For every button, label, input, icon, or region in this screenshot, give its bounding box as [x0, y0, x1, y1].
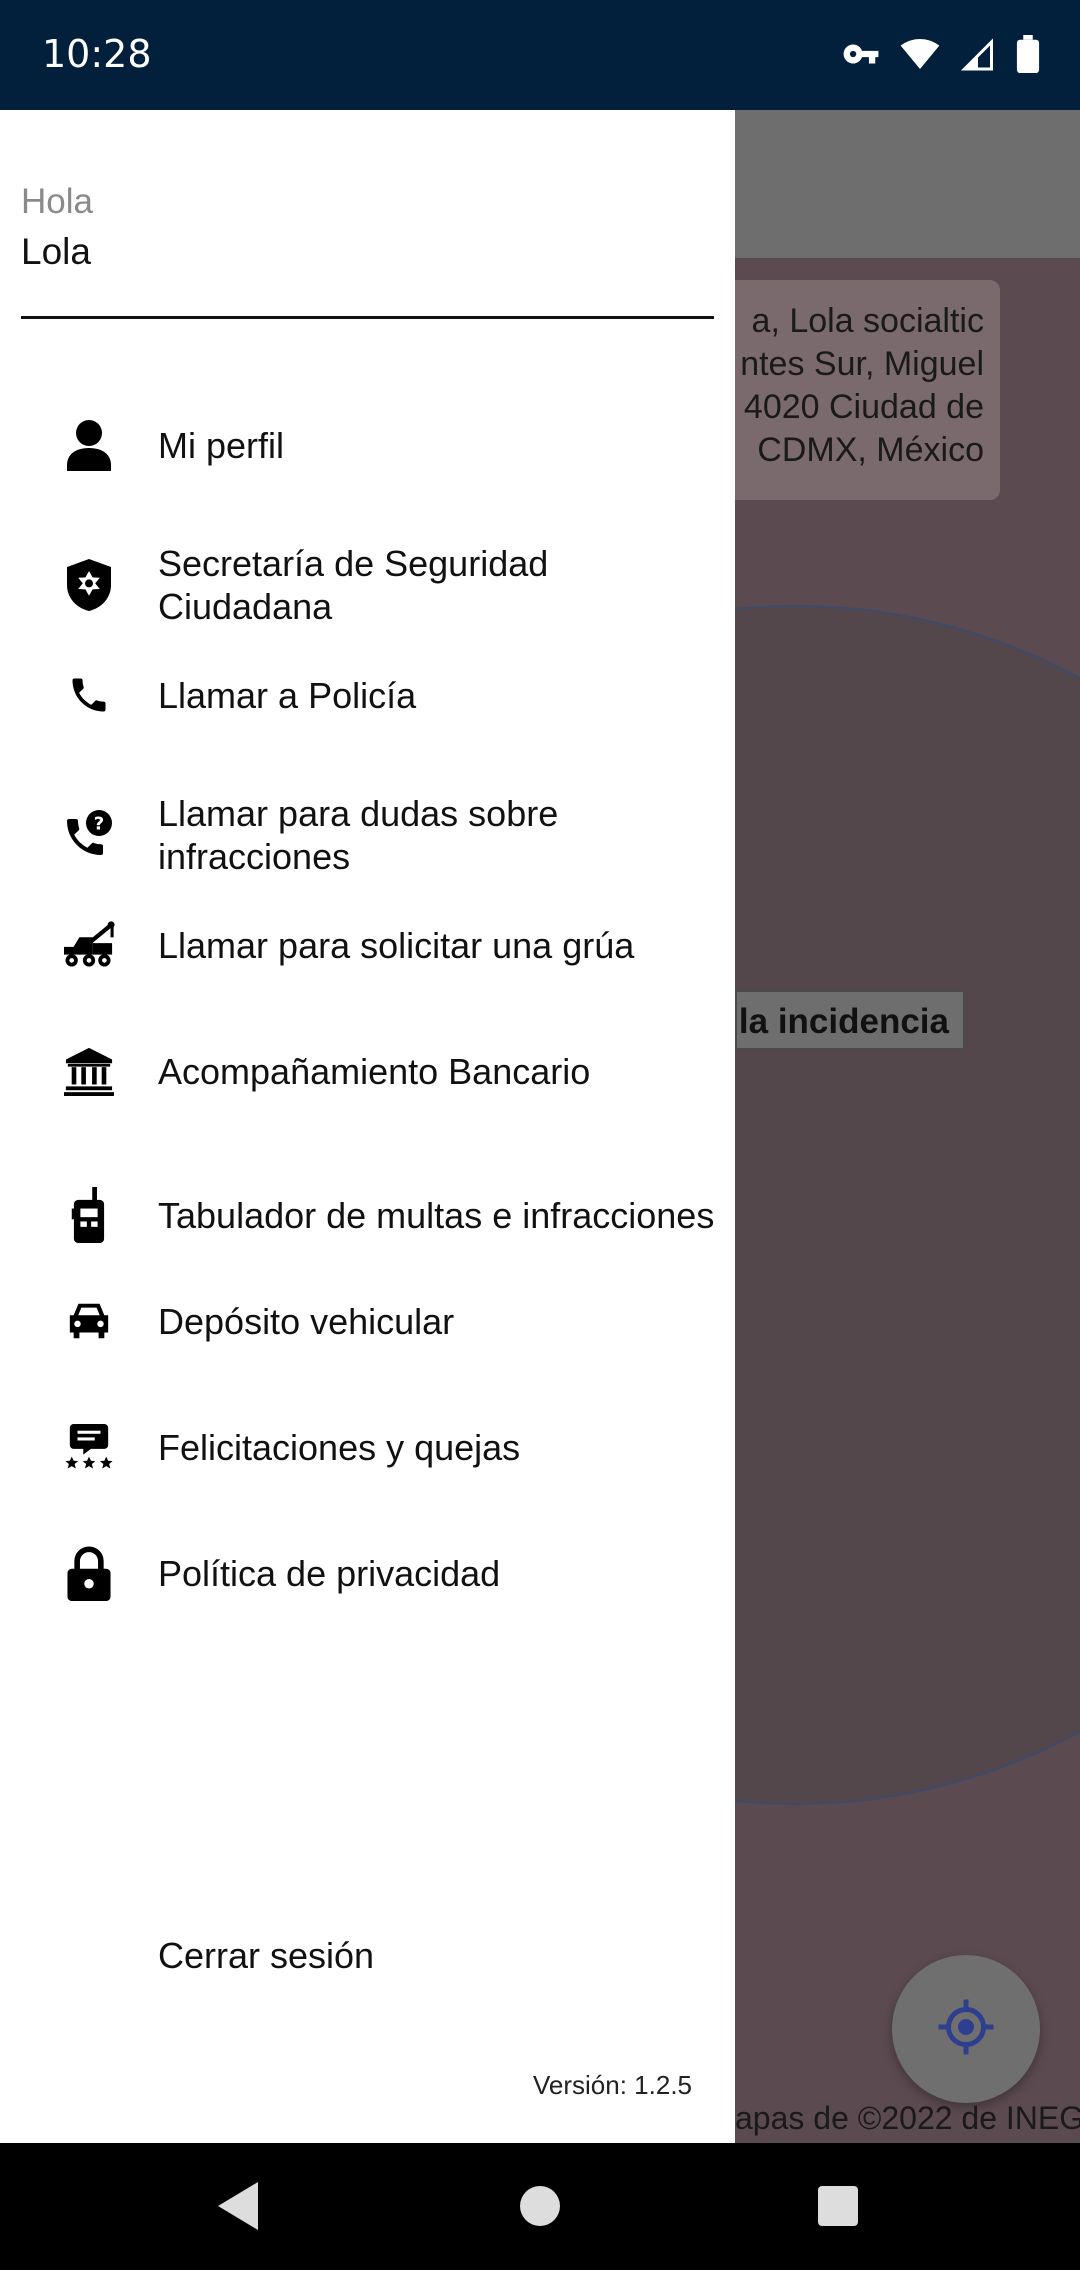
navigation-drawer: Hola Lola Mi perfil Secretaría de Seguri…: [0, 110, 735, 2143]
address-line: ntes Sur, Miguel: [740, 345, 984, 383]
map-credit: apas de ©2022 de INEGI: [735, 2100, 1080, 2136]
menu-item-label: Secretaría de Seguridad Ciudadana: [158, 543, 549, 627]
app-version: Versión: 1.2.5: [533, 2070, 692, 2100]
back-button[interactable]: [205, 2173, 275, 2243]
menu-item-label: Política de privacidad: [158, 1552, 501, 1594]
status-time: 10:28: [42, 32, 152, 76]
bank-icon: [60, 1042, 118, 1100]
menu-item-call-infractions[interactable]: ? Llamar para dudas sobre infracciones: [0, 780, 735, 890]
incident-radius-circle: [735, 605, 1080, 1805]
menu-item-ssc[interactable]: Secretaría de Seguridad Ciudadana: [0, 530, 735, 640]
menu-item-label: Llamar para solicitar una grúa: [158, 924, 635, 966]
svg-text:?: ?: [94, 813, 104, 834]
back-triangle-icon: [218, 2181, 262, 2235]
walkie-talkie-icon: [60, 1186, 118, 1244]
map-app-bar: [735, 110, 1080, 258]
person-icon: [60, 416, 118, 474]
incidence-button[interactable]: o la incidencia: [735, 990, 965, 1050]
crosshair-icon: [936, 1997, 996, 2062]
menu-item-bank-escort[interactable]: Acompañamiento Bancario: [0, 1036, 735, 1106]
home-circle-icon: [520, 2185, 560, 2231]
vpn-key-icon: [842, 35, 880, 78]
menu-item-label: Mi perfil: [158, 424, 285, 466]
status-icons: [842, 34, 1040, 79]
address-text: a, Lola socialtic ntes Sur, Miguel 4020 …: [735, 280, 1000, 472]
lock-icon: [60, 1544, 118, 1602]
menu-item-call-police[interactable]: Llamar a Policía: [0, 660, 735, 730]
menu-item-feedback[interactable]: Felicitaciones y quejas: [0, 1412, 735, 1482]
wifi-icon: [900, 34, 940, 79]
tow-truck-icon: [60, 916, 118, 974]
phone-icon: [60, 666, 118, 724]
signal-icon: [960, 36, 996, 77]
menu-item-label: Tabulador de multas e infracciones: [158, 1194, 715, 1236]
greeting: Hola: [21, 182, 93, 221]
my-location-button[interactable]: [892, 1955, 1040, 2103]
menu-item-profile[interactable]: Mi perfil: [0, 410, 735, 480]
battery-icon: [1016, 35, 1040, 78]
menu-item-tow-truck[interactable]: Llamar para solicitar una grúa: [0, 910, 735, 980]
address-line: CDMX, México: [757, 431, 984, 469]
menu-item-label: Llamar a Policía: [158, 674, 417, 716]
address-line: 4020 Ciudad de: [743, 388, 984, 426]
menu-item-label: Felicitaciones y quejas: [158, 1426, 521, 1468]
menu-item-label: Depósito vehicular: [158, 1300, 455, 1342]
recents-button[interactable]: [803, 2173, 873, 2243]
menu-item-fines-table[interactable]: Tabulador de multas e infracciones: [0, 1160, 735, 1270]
phone-question-icon: ?: [60, 806, 118, 864]
menu-item-privacy[interactable]: Política de privacidad: [0, 1538, 735, 1608]
logout-button[interactable]: Cerrar sesión: [158, 1935, 374, 1977]
home-button[interactable]: [505, 2173, 575, 2243]
map-background[interactable]: a, Lola socialtic ntes Sur, Miguel 4020 …: [735, 110, 1080, 2143]
car-icon: [60, 1292, 118, 1350]
status-bar: 10:28: [0, 0, 1080, 110]
feedback-stars-icon: [60, 1418, 118, 1476]
address-line: a, Lola socialtic: [751, 302, 984, 340]
incidence-label: o la incidencia: [735, 1002, 949, 1041]
username: Lola: [21, 231, 91, 272]
menu-item-impound[interactable]: Depósito vehicular: [0, 1286, 735, 1356]
police-badge-icon: [60, 556, 118, 614]
menu-item-label: Acompañamiento Bancario: [158, 1050, 591, 1092]
system-nav-bar: [0, 2143, 1080, 2270]
header-divider: [21, 316, 714, 319]
recents-square-icon: [818, 2185, 858, 2231]
address-card: a, Lola socialtic ntes Sur, Miguel 4020 …: [735, 280, 1000, 500]
menu-item-label: Llamar para dudas sobre infracciones: [158, 793, 559, 877]
